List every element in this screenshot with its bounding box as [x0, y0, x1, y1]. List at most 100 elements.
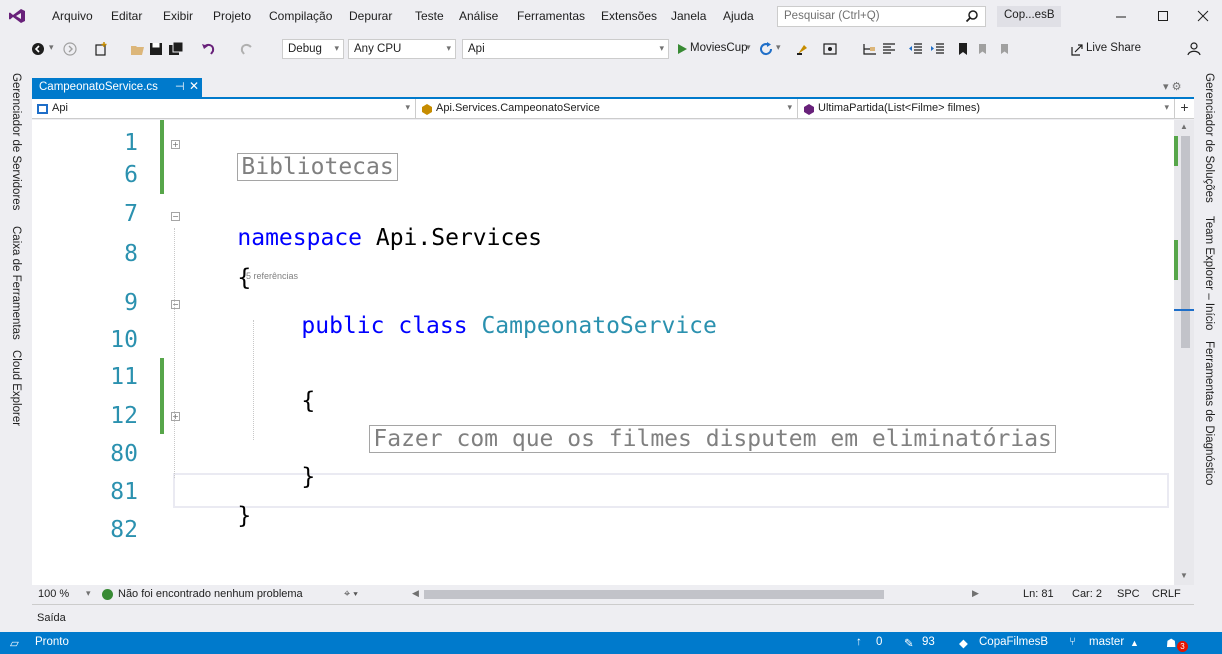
line-ending-indicator[interactable]: CRLF	[1152, 588, 1181, 600]
configuration-select[interactable]: Debug ▾	[282, 39, 344, 59]
repository-name[interactable]: CopaFilmesB	[979, 636, 1048, 648]
solution-name-badge[interactable]: Cop...esB	[997, 6, 1061, 27]
split-editor-icon[interactable]: +	[1175, 99, 1194, 118]
branch-name[interactable]: master	[1089, 636, 1124, 648]
line-number: 8	[124, 241, 138, 267]
menu-editar[interactable]: Editar	[111, 9, 142, 23]
menu-extensoes[interactable]: Extensões	[601, 9, 657, 23]
run-target-caret-icon[interactable]: ▾	[746, 42, 751, 53]
menu-depurar[interactable]: Depurar	[349, 9, 392, 23]
member-nav-select[interactable]: UltimaPartida(List<Filme> filmes) ▾	[798, 99, 1175, 118]
collapse-namespace-icon[interactable]: −	[171, 212, 180, 221]
server-explorer-tab[interactable]: Gerenciador de Servidores	[10, 73, 22, 210]
expand-region-icon[interactable]: +	[171, 140, 180, 149]
expand-comment-icon[interactable]: +	[171, 412, 180, 421]
spacing-indicator[interactable]: SPC	[1117, 588, 1140, 600]
search-input[interactable]: Pesquisar (Ctrl+Q)	[777, 6, 986, 27]
notifications-icon[interactable]: ☗	[1166, 636, 1176, 650]
maximize-icon[interactable]	[1148, 6, 1178, 26]
diagnostic-tools-tab[interactable]: Ferramentas de Diagnóstico	[1203, 341, 1215, 485]
column-indicator[interactable]: Car: 2	[1072, 588, 1102, 600]
browser-link-icon[interactable]	[822, 41, 838, 57]
minimize-icon[interactable]	[1106, 6, 1136, 26]
pencil-icon[interactable]: ✎	[904, 636, 914, 650]
menu-teste[interactable]: Teste	[415, 9, 444, 23]
menu-analise[interactable]: Análise	[459, 9, 498, 23]
startup-project-select[interactable]: Api ▾	[462, 39, 669, 59]
live-share-icon[interactable]	[1069, 41, 1085, 57]
branch-caret-icon[interactable]: ▲	[1130, 638, 1139, 648]
menu-exibir[interactable]: Exibir	[163, 9, 193, 23]
collapsed-comment[interactable]: Fazer com que os filmes disputem em elim…	[369, 425, 1056, 453]
keyword-class: class	[398, 313, 468, 339]
vertical-scrollbar[interactable]: ▲ ▼	[1174, 120, 1194, 585]
pending-changes-count[interactable]: 93	[922, 636, 935, 648]
toolbar: ▾ Debug ▾ Any CPU ▾ Api ▾ MoviesCup ▾ ▾	[0, 32, 1222, 66]
toolbox-tab[interactable]: Caixa de Ferramentas	[10, 226, 22, 340]
run-play-icon[interactable]	[674, 41, 690, 57]
bookmark-icon[interactable]	[955, 41, 971, 57]
code-cleanup-icon[interactable]: ⌖ ▾	[344, 588, 358, 601]
menu-compilacao[interactable]: Compilação	[269, 9, 332, 23]
project-nav-select[interactable]: Api ▾	[32, 99, 416, 118]
close-tab-icon[interactable]: ✕	[189, 79, 199, 93]
scroll-up-icon[interactable]: ▲	[1180, 122, 1188, 131]
back-icon[interactable]	[30, 41, 46, 57]
arrow-up-icon[interactable]: ↑	[856, 636, 862, 648]
menu-arquivo[interactable]: Arquivo	[52, 9, 93, 23]
run-target-button[interactable]: MoviesCup	[690, 42, 748, 54]
folder-tree-icon[interactable]	[862, 41, 878, 57]
scroll-down-icon[interactable]: ▼	[1180, 571, 1188, 580]
menu-ferramentas[interactable]: Ferramentas	[517, 9, 585, 23]
tab-campeonato-service[interactable]: CampeonatoService.cs ⊣ ✕	[32, 78, 202, 97]
redo-icon[interactable]	[239, 41, 255, 57]
solution-explorer-tab[interactable]: Gerenciador de Soluções	[1203, 73, 1215, 203]
menu-ajuda[interactable]: Ajuda	[723, 9, 754, 23]
close-brace: }	[237, 503, 252, 529]
scroll-right-icon[interactable]: ▶	[972, 588, 979, 599]
refresh-icon[interactable]	[758, 41, 774, 57]
back-dropdown-caret-icon[interactable]: ▾	[49, 42, 54, 53]
hot-reload-icon[interactable]	[795, 41, 811, 57]
save-all-icon[interactable]	[168, 41, 184, 57]
live-share-button[interactable]: Live Share	[1086, 42, 1141, 54]
line-indicator[interactable]: Ln: 81	[1023, 588, 1054, 600]
code-editor[interactable]: 1 6 7 8 9 10 11 12 80 81 82 + − − + Bibl…	[32, 120, 1174, 585]
save-icon[interactable]	[148, 41, 164, 57]
cloud-explorer-tab[interactable]: Cloud Explorer	[10, 350, 22, 426]
scroll-left-icon[interactable]: ◀	[412, 588, 419, 599]
unpushed-commits-count[interactable]: 0	[876, 636, 882, 648]
new-project-icon[interactable]	[93, 41, 109, 57]
open-folder-icon[interactable]	[130, 41, 146, 57]
menu-janela[interactable]: Janela	[671, 9, 706, 23]
issues-indicator[interactable]: Não foi encontrado nenhum problema	[118, 588, 303, 600]
chevron-down-icon[interactable]: ▾	[86, 588, 91, 599]
previous-bookmark-icon[interactable]	[975, 41, 991, 57]
collapse-class-icon[interactable]: −	[171, 300, 180, 309]
tab-tools-icons[interactable]: ▾ ⚙	[1163, 80, 1181, 93]
scroll-thumb[interactable]	[1181, 136, 1190, 348]
collapsed-region[interactable]: Bibliotecas	[237, 153, 398, 181]
undo-icon[interactable]	[200, 41, 216, 57]
class-nav-select[interactable]: Api.Services.CampeonatoService ▾	[416, 99, 798, 118]
feedback-person-icon[interactable]	[1187, 41, 1203, 57]
branch-icon[interactable]: ⑂	[1069, 636, 1076, 648]
pin-icon[interactable]: ⊣	[175, 80, 185, 93]
zoom-level[interactable]: 100 %	[38, 588, 69, 600]
notification-count-badge: 3	[1177, 641, 1188, 652]
refresh-caret-icon[interactable]: ▾	[776, 42, 781, 53]
increase-indent-icon[interactable]	[930, 41, 946, 57]
format-document-icon[interactable]	[881, 41, 897, 57]
forward-icon[interactable]	[62, 41, 78, 57]
search-icon[interactable]	[965, 9, 979, 23]
next-bookmark-icon[interactable]	[996, 41, 1012, 57]
horizontal-scroll-thumb[interactable]	[424, 590, 884, 599]
code-lens-references[interactable]: 5 referências	[246, 271, 298, 281]
close-window-icon[interactable]	[1188, 6, 1218, 26]
tab-output[interactable]: Saída	[37, 612, 66, 624]
platform-select[interactable]: Any CPU ▾	[348, 39, 456, 59]
team-explorer-tab[interactable]: Team Explorer – Início	[1203, 216, 1215, 330]
menu-projeto[interactable]: Projeto	[213, 9, 251, 23]
decrease-indent-icon[interactable]	[908, 41, 924, 57]
repository-icon[interactable]: ◆	[959, 636, 968, 650]
